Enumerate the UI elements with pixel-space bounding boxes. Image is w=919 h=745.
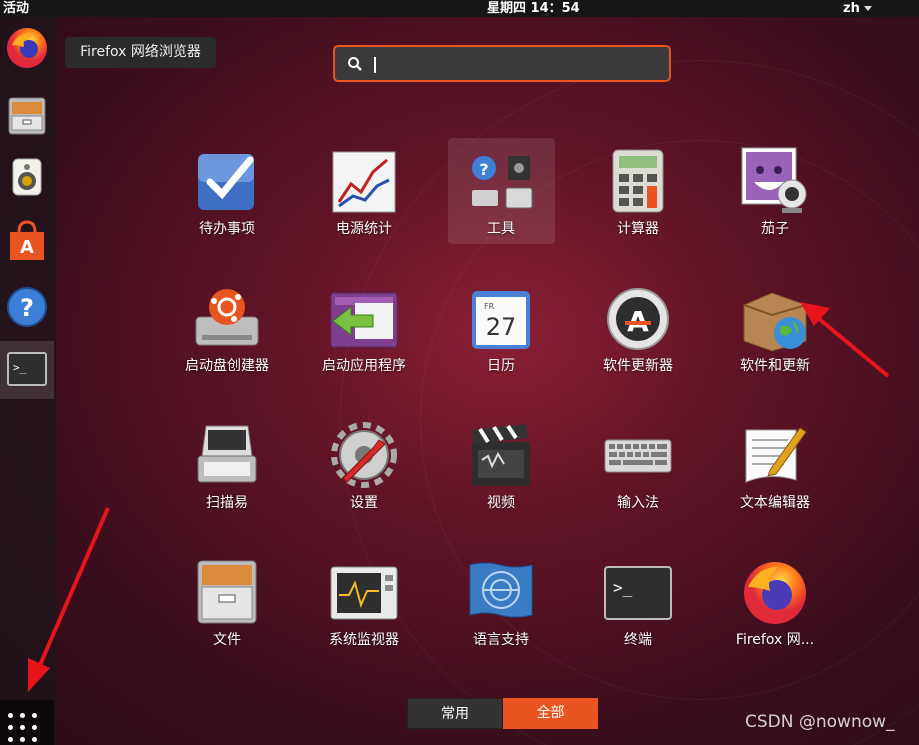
dock-item-firefox[interactable]	[0, 20, 54, 78]
svg-text:A: A	[20, 237, 34, 258]
app-startup-apps[interactable]: 启动应用程序	[299, 275, 429, 385]
cheese-webcam-icon	[740, 146, 810, 216]
app-input-method[interactable]: 输入法	[573, 412, 703, 522]
help-icon: ?	[4, 284, 50, 330]
activities-button[interactable]: 活动	[3, 0, 29, 17]
svg-text:?: ?	[20, 294, 34, 322]
dock-item-terminal[interactable]: >_	[0, 341, 54, 399]
tab-all[interactable]: 全部	[503, 698, 598, 729]
calendar-icon: FR 27	[466, 283, 536, 353]
app-scanner[interactable]: 扫描易	[162, 412, 292, 522]
watermark: CSDN @nownow_	[745, 712, 895, 732]
calculator-icon	[603, 146, 673, 216]
text-cursor	[374, 57, 376, 73]
app-settings[interactable]: 设置	[299, 412, 429, 522]
svg-text:>_: >_	[13, 361, 27, 374]
svg-text:FR: FR	[484, 302, 495, 311]
firefox-icon	[4, 25, 50, 71]
dock-item-help[interactable]: ?	[0, 279, 54, 337]
software-updater-icon: A	[603, 283, 673, 353]
app-calendar[interactable]: FR 27 日历	[436, 275, 566, 385]
settings-gear-icon	[329, 420, 399, 490]
file-cabinet-icon	[4, 92, 50, 138]
app-language-support[interactable]: 语言支持	[436, 549, 566, 659]
top-bar: 活动 星期四 14：54 zh	[0, 0, 919, 17]
terminal-icon: >_	[603, 557, 673, 627]
clock[interactable]: 星期四 14：54	[487, 0, 580, 17]
keyboard-icon	[603, 420, 673, 490]
search-input[interactable]	[371, 51, 661, 77]
files-icon	[192, 557, 262, 627]
video-clapper-icon	[466, 420, 536, 490]
speaker-icon	[4, 154, 50, 200]
tab-frequent[interactable]: 常用	[407, 698, 503, 729]
language-support-icon	[466, 557, 536, 627]
text-editor-icon	[740, 420, 810, 490]
app-cheese[interactable]: 茄子	[710, 138, 840, 248]
search-box[interactable]	[333, 45, 671, 82]
tools-folder-icon: ?	[466, 146, 536, 216]
system-monitor-icon	[329, 557, 399, 627]
svg-text:?: ?	[479, 160, 488, 179]
dock: A ? >_	[0, 17, 56, 745]
app-view-switcher: 常用 全部	[407, 698, 598, 729]
terminal-icon: >_	[4, 346, 50, 392]
input-language-indicator[interactable]: zh	[843, 0, 860, 17]
app-firefox[interactable]: Firefox 网...	[710, 549, 840, 659]
app-files[interactable]: 文件	[162, 549, 292, 659]
firefox-icon	[740, 557, 810, 627]
app-software-sources[interactable]: 软件和更新	[710, 275, 840, 385]
dock-item-files[interactable]	[0, 87, 54, 145]
svg-text:27: 27	[486, 313, 517, 341]
app-terminal[interactable]: >_ 终端	[573, 549, 703, 659]
app-system-monitor[interactable]: 系统监视器	[299, 549, 429, 659]
scanner-icon	[192, 420, 262, 490]
app-usb-creator[interactable]: 启动盘创建器	[162, 275, 292, 385]
dock-item-rhythmbox[interactable]	[0, 149, 54, 207]
svg-text:>_: >_	[613, 578, 633, 597]
search-icon	[348, 57, 362, 71]
startup-apps-icon	[329, 283, 399, 353]
app-videos[interactable]: 视频	[436, 412, 566, 522]
app-tools-folder[interactable]: ? 工具	[436, 138, 566, 248]
todo-check-icon	[192, 146, 262, 216]
app-software-updater[interactable]: A 软件更新器	[573, 275, 703, 385]
chevron-down-icon[interactable]	[864, 6, 872, 11]
dock-item-software[interactable]: A	[0, 213, 54, 271]
software-sources-icon	[740, 283, 810, 353]
app-text-editor[interactable]: 文本编辑器	[710, 412, 840, 522]
app-todo[interactable]: 待办事项	[162, 138, 292, 248]
app-calculator[interactable]: 计算器	[573, 138, 703, 248]
show-applications-button[interactable]	[0, 700, 54, 745]
dock-tooltip: Firefox 网络浏览器	[65, 37, 216, 68]
usb-creator-icon	[192, 283, 262, 353]
app-power-stats[interactable]: 电源统计	[299, 138, 429, 248]
power-stats-icon	[329, 146, 399, 216]
software-store-icon: A	[4, 218, 50, 264]
